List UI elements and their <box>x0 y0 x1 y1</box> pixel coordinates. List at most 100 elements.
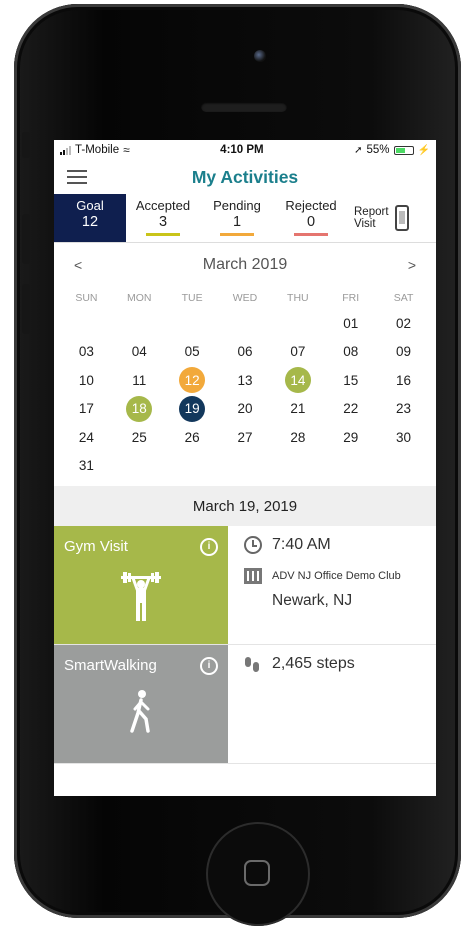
calendar-day-label: 24 <box>78 429 94 445</box>
calendar-day-label: 01 <box>343 315 359 331</box>
calendar-day[interactable]: 27 <box>219 423 272 452</box>
calendar-days-grid: 01 02 03 04 05 06 07 08 09 10 11 12 13 14 15 16 17 18 19 20… <box>60 309 430 480</box>
activity-summary-tabs: Goal 12 Accepted 3 Pending 1 Rejected 0 … <box>54 194 436 243</box>
app-screen: T-Mobile ≈ 4:10 PM ➚ 55% ⚡ My Activities… <box>54 140 436 796</box>
calendar-day[interactable]: 05 <box>166 338 219 367</box>
calendar-day[interactable]: 28 <box>271 423 324 452</box>
gym-visit-details: 7:40 AM ADV NJ Office Demo Club Newark, … <box>228 526 436 644</box>
weightlifter-icon <box>54 570 228 629</box>
calendar-day[interactable]: 22 <box>324 395 377 424</box>
weekday-label: FRI <box>342 292 360 304</box>
calendar-empty-cell <box>166 309 219 338</box>
next-month-button[interactable]: > <box>408 257 416 273</box>
hamburger-icon[interactable] <box>67 170 87 184</box>
calendar: < March 2019 > SUN MON TUE WED THU FRI SAT 01 0… <box>54 243 436 480</box>
calendar-day[interactable]: 31 <box>60 452 113 481</box>
calendar-day-label: 13 <box>237 372 253 388</box>
gym-visit-tile[interactable]: Gym Visit i <box>54 526 228 644</box>
calendar-day[interactable]: 06 <box>219 338 272 367</box>
calendar-day-label: 03 <box>78 344 94 360</box>
tab-pending[interactable]: Pending 1 <box>200 194 274 242</box>
clock-icon <box>244 536 262 554</box>
steps-row: 2,465 steps <box>244 655 436 673</box>
activity-row[interactable]: Gym Visit i 7:40 AM ADV NJ Office Demo C… <box>54 526 436 645</box>
building-icon <box>244 568 262 584</box>
calendar-day[interactable]: 30 <box>377 423 430 452</box>
calendar-day[interactable]: 04 <box>113 338 166 367</box>
report-visit-button[interactable]: Report Visit <box>348 194 436 242</box>
calendar-day-label: 09 <box>396 344 412 360</box>
activity-row[interactable]: SmartWalking i 2,465 steps <box>54 645 436 764</box>
calendar-day[interactable]: 29 <box>324 423 377 452</box>
mute-switch <box>22 132 30 158</box>
steps-count: 2,465 steps <box>272 655 355 672</box>
carrier-label: T-Mobile <box>75 144 120 156</box>
weekday-label: SAT <box>393 292 414 304</box>
smartwalking-tile[interactable]: SmartWalking i <box>54 645 228 763</box>
calendar-empty-cell <box>271 309 324 338</box>
calendar-day[interactable]: 11 <box>113 366 166 395</box>
visit-time-row: 7:40 AM <box>244 536 436 554</box>
home-button[interactable] <box>206 822 310 926</box>
calendar-day[interactable]: 07 <box>271 338 324 367</box>
weekday-label: WED <box>232 292 258 304</box>
calendar-day[interactable]: 20 <box>219 395 272 424</box>
page-title: My Activities <box>191 166 299 187</box>
calendar-day[interactable]: 25 <box>113 423 166 452</box>
calendar-day[interactable]: 03 <box>60 338 113 367</box>
tab-accepted[interactable]: Accepted 3 <box>126 194 200 242</box>
location-city: Newark, NJ <box>272 592 353 609</box>
calendar-day-label: 22 <box>343 401 359 417</box>
calendar-day-label: 28 <box>290 429 306 445</box>
calendar-day[interactable]: 15 <box>324 366 377 395</box>
calendar-day[interactable]: 26 <box>166 423 219 452</box>
calendar-day-label: 05 <box>184 344 200 360</box>
calendar-day-label: 07 <box>290 344 306 360</box>
report-label-line1: Report <box>354 206 389 218</box>
calendar-day-label: 23 <box>396 401 412 417</box>
calendar-day[interactable]: 23 <box>377 395 430 424</box>
calendar-day[interactable]: 12 <box>166 366 219 395</box>
location-row: ADV NJ Office Demo Club <box>244 568 436 584</box>
visit-time: 7:40 AM <box>272 536 331 553</box>
prev-month-button[interactable]: < <box>74 257 82 273</box>
weekday-label: TUE <box>181 292 203 304</box>
tab-pending-label: Pending <box>213 198 261 213</box>
tab-accepted-label: Accepted <box>135 198 191 213</box>
calendar-day[interactable]: 19 <box>166 395 219 424</box>
status-time: 4:10 PM <box>220 144 264 156</box>
calendar-day[interactable]: 09 <box>377 338 430 367</box>
calendar-day[interactable]: 01 <box>324 309 377 338</box>
calendar-day[interactable]: 02 <box>377 309 430 338</box>
calendar-day[interactable]: 21 <box>271 395 324 424</box>
calendar-day[interactable]: 17 <box>60 395 113 424</box>
tab-goal[interactable]: Goal 12 <box>54 194 126 242</box>
calendar-header: < March 2019 > <box>60 243 430 287</box>
calendar-day-label: 17 <box>78 401 94 417</box>
tab-pending-underline <box>220 233 254 236</box>
info-icon[interactable]: i <box>200 657 218 675</box>
tab-pending-value: 1 <box>232 214 242 230</box>
calendar-day[interactable]: 24 <box>60 423 113 452</box>
tab-rejected-label: Rejected <box>285 198 337 213</box>
info-icon[interactable]: i <box>200 538 218 556</box>
weekday-label: SUN <box>75 292 98 304</box>
calendar-day-label: 21 <box>290 401 306 417</box>
calendar-day-label: 12 <box>179 367 206 394</box>
tab-accepted-underline <box>146 233 180 236</box>
weekday-label: THU <box>287 292 309 304</box>
calendar-day[interactable]: 14 <box>271 366 324 395</box>
tab-rejected[interactable]: Rejected 0 <box>274 194 348 242</box>
calendar-empty-cell <box>113 309 166 338</box>
tab-goal-label: Goal <box>76 198 104 213</box>
calendar-day[interactable]: 08 <box>324 338 377 367</box>
calendar-day[interactable]: 13 <box>219 366 272 395</box>
calendar-day[interactable]: 10 <box>60 366 113 395</box>
calendar-day[interactable]: 18 <box>113 395 166 424</box>
calendar-day[interactable]: 16 <box>377 366 430 395</box>
tab-accepted-value: 3 <box>158 214 168 230</box>
volume-down-button <box>22 284 30 334</box>
calendar-day-label: 19 <box>179 395 206 422</box>
weekday-label: MON <box>127 292 152 304</box>
charging-icon: ⚡ <box>417 144 430 156</box>
